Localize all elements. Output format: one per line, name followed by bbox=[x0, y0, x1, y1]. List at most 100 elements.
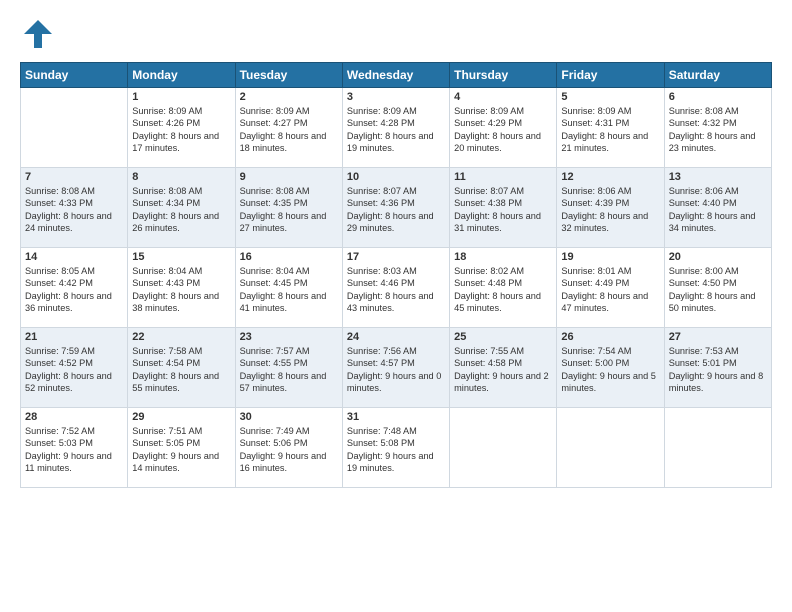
calendar-cell: 17Sunrise: 8:03 AMSunset: 4:46 PMDayligh… bbox=[342, 248, 449, 328]
cell-content: Sunrise: 7:54 AMSunset: 5:00 PMDaylight:… bbox=[561, 345, 659, 395]
cell-content: Sunrise: 8:06 AMSunset: 4:39 PMDaylight:… bbox=[561, 185, 659, 235]
header bbox=[20, 16, 772, 52]
day-number: 10 bbox=[347, 171, 445, 183]
day-number: 4 bbox=[454, 91, 552, 103]
cell-content: Sunrise: 7:51 AMSunset: 5:05 PMDaylight:… bbox=[132, 425, 230, 475]
calendar-cell: 18 Sunrise: 8:02 AMSunset: 4:48 PMDayligh… bbox=[450, 248, 557, 328]
calendar-cell bbox=[450, 408, 557, 488]
day-number: 23 bbox=[240, 331, 338, 343]
cell-content: Sunrise: 8:08 AMSunset: 4:33 PMDaylight:… bbox=[25, 185, 123, 235]
cell-content: Sunrise: 8:08 AMSunset: 4:32 PMDaylight:… bbox=[669, 105, 767, 155]
cell-content: Sunrise: 7:53 AMSunset: 5:01 PMDaylight:… bbox=[669, 345, 767, 395]
cell-content: Sunrise: 8:04 AMSunset: 4:43 PMDaylight:… bbox=[132, 265, 230, 315]
main-container: SundayMondayTuesdayWednesdayThursdayFrid… bbox=[0, 0, 792, 498]
calendar-cell: 15 Sunrise: 8:04 AMSunset: 4:43 PMDayligh… bbox=[128, 248, 235, 328]
calendar-header-row: SundayMondayTuesdayWednesdayThursdayFrid… bbox=[21, 63, 772, 88]
calendar-cell: 16 Sunrise: 8:04 AMSunset: 4:45 PMDayligh… bbox=[235, 248, 342, 328]
calendar-cell: 1 Sunrise: 8:09 AMSunset: 4:26 PMDaylight… bbox=[128, 88, 235, 168]
day-number: 15 bbox=[132, 251, 230, 263]
calendar-week-row: 1 Sunrise: 8:09 AMSunset: 4:26 PMDaylight… bbox=[21, 88, 772, 168]
calendar-cell: 3 Sunrise: 8:09 AMSunset: 4:28 PMDaylight… bbox=[342, 88, 449, 168]
day-number: 3 bbox=[347, 91, 445, 103]
logo-icon bbox=[20, 16, 56, 52]
calendar-cell: 23 Sunrise: 7:57 AMSunset: 4:55 PMDayligh… bbox=[235, 328, 342, 408]
cell-content: Sunrise: 7:58 AMSunset: 4:54 PMDaylight:… bbox=[132, 345, 230, 395]
day-number: 21 bbox=[25, 331, 123, 343]
cell-content: Sunrise: 7:57 AMSunset: 4:55 PMDaylight:… bbox=[240, 345, 338, 395]
cell-content: Sunrise: 8:09 AMSunset: 4:31 PMDaylight:… bbox=[561, 105, 659, 155]
cell-content: Sunrise: 8:04 AMSunset: 4:45 PMDaylight:… bbox=[240, 265, 338, 315]
day-number: 8 bbox=[132, 171, 230, 183]
day-number: 30 bbox=[240, 411, 338, 423]
calendar-cell: 7 Sunrise: 8:08 AMSunset: 4:33 PMDaylight… bbox=[21, 168, 128, 248]
cell-content: Sunrise: 8:08 AMSunset: 4:35 PMDaylight:… bbox=[240, 185, 338, 235]
cell-content: Sunrise: 8:09 AMSunset: 4:26 PMDaylight:… bbox=[132, 105, 230, 155]
cell-content: Sunrise: 8:05 AMSunset: 4:42 PMDaylight:… bbox=[25, 265, 123, 315]
calendar-cell: 13 Sunrise: 8:06 AMSunset: 4:40 PMDayligh… bbox=[664, 168, 771, 248]
col-header-thursday: Thursday bbox=[450, 63, 557, 88]
calendar-cell: 20 Sunrise: 8:00 AMSunset: 4:50 PMDayligh… bbox=[664, 248, 771, 328]
calendar-cell: 5 Sunrise: 8:09 AMSunset: 4:31 PMDaylight… bbox=[557, 88, 664, 168]
day-number: 7 bbox=[25, 171, 123, 183]
calendar-cell: 31 Sunrise: 7:48 AMSunset: 5:08 PMDayligh… bbox=[342, 408, 449, 488]
cell-content: Sunrise: 7:49 AMSunset: 5:06 PMDaylight:… bbox=[240, 425, 338, 475]
calendar-week-row: 28Sunrise: 7:52 AMSunset: 5:03 PMDayligh… bbox=[21, 408, 772, 488]
calendar-cell: 2 Sunrise: 8:09 AMSunset: 4:27 PMDaylight… bbox=[235, 88, 342, 168]
day-number: 31 bbox=[347, 411, 445, 423]
cell-content: Sunrise: 8:09 AMSunset: 4:27 PMDaylight:… bbox=[240, 105, 338, 155]
calendar-cell bbox=[557, 408, 664, 488]
day-number: 26 bbox=[561, 331, 659, 343]
cell-content: Sunrise: 8:01 AMSunset: 4:49 PMDaylight:… bbox=[561, 265, 659, 315]
cell-content: Sunrise: 7:52 AMSunset: 5:03 PMDaylight:… bbox=[25, 425, 123, 475]
logo bbox=[20, 16, 60, 52]
cell-content: Sunrise: 7:48 AMSunset: 5:08 PMDaylight:… bbox=[347, 425, 445, 475]
calendar-cell: 24Sunrise: 7:56 AMSunset: 4:57 PMDayligh… bbox=[342, 328, 449, 408]
day-number: 25 bbox=[454, 331, 552, 343]
day-number: 6 bbox=[669, 91, 767, 103]
day-number: 27 bbox=[669, 331, 767, 343]
calendar-cell: 26 Sunrise: 7:54 AMSunset: 5:00 PMDayligh… bbox=[557, 328, 664, 408]
calendar-week-row: 7 Sunrise: 8:08 AMSunset: 4:33 PMDaylight… bbox=[21, 168, 772, 248]
calendar-cell: 4 Sunrise: 8:09 AMSunset: 4:29 PMDaylight… bbox=[450, 88, 557, 168]
day-number: 9 bbox=[240, 171, 338, 183]
calendar-cell bbox=[664, 408, 771, 488]
cell-content: Sunrise: 8:03 AMSunset: 4:46 PMDaylight:… bbox=[347, 265, 445, 315]
col-header-saturday: Saturday bbox=[664, 63, 771, 88]
calendar-cell: 28Sunrise: 7:52 AMSunset: 5:03 PMDayligh… bbox=[21, 408, 128, 488]
cell-content: Sunrise: 8:07 AMSunset: 4:38 PMDaylight:… bbox=[454, 185, 552, 235]
day-number: 1 bbox=[132, 91, 230, 103]
col-header-tuesday: Tuesday bbox=[235, 63, 342, 88]
calendar-cell: 30 Sunrise: 7:49 AMSunset: 5:06 PMDayligh… bbox=[235, 408, 342, 488]
calendar-cell: 9 Sunrise: 8:08 AMSunset: 4:35 PMDaylight… bbox=[235, 168, 342, 248]
day-number: 5 bbox=[561, 91, 659, 103]
day-number: 2 bbox=[240, 91, 338, 103]
calendar-cell: 6 Sunrise: 8:08 AMSunset: 4:32 PMDaylight… bbox=[664, 88, 771, 168]
day-number: 20 bbox=[669, 251, 767, 263]
cell-content: Sunrise: 8:09 AMSunset: 4:28 PMDaylight:… bbox=[347, 105, 445, 155]
calendar-cell: 27 Sunrise: 7:53 AMSunset: 5:01 PMDayligh… bbox=[664, 328, 771, 408]
calendar-cell: 22Sunrise: 7:58 AMSunset: 4:54 PMDayligh… bbox=[128, 328, 235, 408]
col-header-monday: Monday bbox=[128, 63, 235, 88]
day-number: 13 bbox=[669, 171, 767, 183]
day-number: 18 bbox=[454, 251, 552, 263]
day-number: 12 bbox=[561, 171, 659, 183]
calendar-cell: 10 Sunrise: 8:07 AMSunset: 4:36 PMDayligh… bbox=[342, 168, 449, 248]
calendar-table: SundayMondayTuesdayWednesdayThursdayFrid… bbox=[20, 62, 772, 488]
cell-content: Sunrise: 8:00 AMSunset: 4:50 PMDaylight:… bbox=[669, 265, 767, 315]
day-number: 29 bbox=[132, 411, 230, 423]
calendar-cell: 12 Sunrise: 8:06 AMSunset: 4:39 PMDayligh… bbox=[557, 168, 664, 248]
day-number: 14 bbox=[25, 251, 123, 263]
day-number: 19 bbox=[561, 251, 659, 263]
calendar-cell: 25 Sunrise: 7:55 AMSunset: 4:58 PMDayligh… bbox=[450, 328, 557, 408]
cell-content: Sunrise: 8:02 AMSunset: 4:48 PMDaylight:… bbox=[454, 265, 552, 315]
cell-content: Sunrise: 8:06 AMSunset: 4:40 PMDaylight:… bbox=[669, 185, 767, 235]
col-header-wednesday: Wednesday bbox=[342, 63, 449, 88]
cell-content: Sunrise: 7:55 AMSunset: 4:58 PMDaylight:… bbox=[454, 345, 552, 395]
calendar-cell bbox=[21, 88, 128, 168]
cell-content: Sunrise: 7:56 AMSunset: 4:57 PMDaylight:… bbox=[347, 345, 445, 395]
cell-content: Sunrise: 8:09 AMSunset: 4:29 PMDaylight:… bbox=[454, 105, 552, 155]
calendar-cell: 11Sunrise: 8:07 AMSunset: 4:38 PMDayligh… bbox=[450, 168, 557, 248]
cell-content: Sunrise: 8:07 AMSunset: 4:36 PMDaylight:… bbox=[347, 185, 445, 235]
calendar-cell: 29 Sunrise: 7:51 AMSunset: 5:05 PMDayligh… bbox=[128, 408, 235, 488]
day-number: 16 bbox=[240, 251, 338, 263]
